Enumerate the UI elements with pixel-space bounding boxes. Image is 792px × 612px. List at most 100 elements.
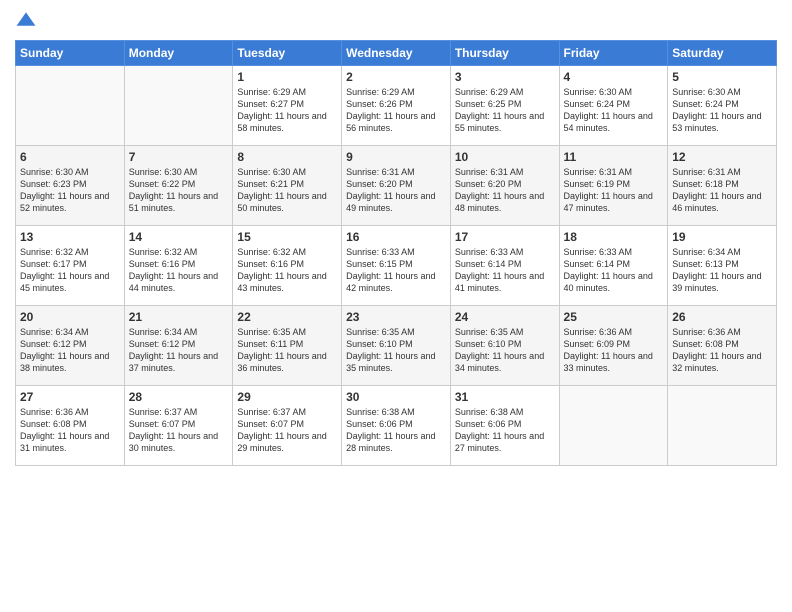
- day-number: 20: [20, 310, 120, 324]
- day-content: Sunrise: 6:38 AM Sunset: 6:06 PM Dayligh…: [455, 406, 555, 455]
- day-cell: 14 Sunrise: 6:32 AM Sunset: 6:16 PM Dayli…: [124, 226, 233, 306]
- day-cell: 22 Sunrise: 6:35 AM Sunset: 6:11 PM Dayli…: [233, 306, 342, 386]
- day-cell: 13 Sunrise: 6:32 AM Sunset: 6:17 PM Dayli…: [16, 226, 125, 306]
- day-content: Sunrise: 6:29 AM Sunset: 6:26 PM Dayligh…: [346, 86, 446, 135]
- day-content: Sunrise: 6:35 AM Sunset: 6:10 PM Dayligh…: [346, 326, 446, 375]
- day-number: 27: [20, 390, 120, 404]
- day-number: 9: [346, 150, 446, 164]
- day-content: Sunrise: 6:33 AM Sunset: 6:14 PM Dayligh…: [455, 246, 555, 295]
- day-cell: 12 Sunrise: 6:31 AM Sunset: 6:18 PM Dayli…: [668, 146, 777, 226]
- day-content: Sunrise: 6:30 AM Sunset: 6:23 PM Dayligh…: [20, 166, 120, 215]
- day-number: 11: [564, 150, 664, 164]
- day-number: 13: [20, 230, 120, 244]
- logo-icon: [15, 10, 37, 32]
- day-cell: 15Sunrise: 6:32 AM Sunset: 6:16 PM Dayli…: [233, 226, 342, 306]
- day-cell: 31Sunrise: 6:38 AM Sunset: 6:06 PM Dayli…: [450, 386, 559, 466]
- day-cell: 27 Sunrise: 6:36 AM Sunset: 6:08 PM Dayli…: [16, 386, 125, 466]
- day-content: Sunrise: 6:38 AM Sunset: 6:06 PM Dayligh…: [346, 406, 446, 455]
- day-cell: [124, 66, 233, 146]
- day-number: 14: [129, 230, 229, 244]
- day-cell: 26 Sunrise: 6:36 AM Sunset: 6:08 PM Dayli…: [668, 306, 777, 386]
- day-content: Sunrise: 6:34 AM Sunset: 6:13 PM Dayligh…: [672, 246, 772, 295]
- day-cell: 23 Sunrise: 6:35 AM Sunset: 6:10 PM Dayli…: [342, 306, 451, 386]
- day-cell: 29Sunrise: 6:37 AM Sunset: 6:07 PM Dayli…: [233, 386, 342, 466]
- day-cell: 5Sunrise: 6:30 AM Sunset: 6:24 PM Daylig…: [668, 66, 777, 146]
- day-number: 30: [346, 390, 446, 404]
- day-cell: 18 Sunrise: 6:33 AM Sunset: 6:14 PM Dayli…: [559, 226, 668, 306]
- day-number: 21: [129, 310, 229, 324]
- day-content: Sunrise: 6:31 AM Sunset: 6:20 PM Dayligh…: [455, 166, 555, 215]
- col-header-monday: Monday: [124, 41, 233, 66]
- day-cell: 4 Sunrise: 6:30 AM Sunset: 6:24 PM Daylig…: [559, 66, 668, 146]
- day-content: Sunrise: 6:35 AM Sunset: 6:10 PM Dayligh…: [455, 326, 555, 375]
- day-content: Sunrise: 6:36 AM Sunset: 6:09 PM Dayligh…: [564, 326, 664, 375]
- page: SundayMondayTuesdayWednesdayThursdayFrid…: [0, 0, 792, 612]
- day-cell: 2 Sunrise: 6:29 AM Sunset: 6:26 PM Daylig…: [342, 66, 451, 146]
- header: [15, 10, 777, 32]
- day-cell: 24 Sunrise: 6:35 AM Sunset: 6:10 PM Dayli…: [450, 306, 559, 386]
- calendar-table: SundayMondayTuesdayWednesdayThursdayFrid…: [15, 40, 777, 466]
- day-number: 2: [346, 70, 446, 84]
- day-content: Sunrise: 6:30 AM Sunset: 6:22 PM Dayligh…: [129, 166, 229, 215]
- day-content: Sunrise: 6:36 AM Sunset: 6:08 PM Dayligh…: [20, 406, 120, 455]
- day-cell: 17 Sunrise: 6:33 AM Sunset: 6:14 PM Dayli…: [450, 226, 559, 306]
- col-header-tuesday: Tuesday: [233, 41, 342, 66]
- day-number: 23: [346, 310, 446, 324]
- day-content: Sunrise: 6:32 AM Sunset: 6:16 PM Dayligh…: [129, 246, 229, 295]
- day-cell: 19Sunrise: 6:34 AM Sunset: 6:13 PM Dayli…: [668, 226, 777, 306]
- day-number: 25: [564, 310, 664, 324]
- day-number: 6: [20, 150, 120, 164]
- day-content: Sunrise: 6:36 AM Sunset: 6:08 PM Dayligh…: [672, 326, 772, 375]
- week-row-3: 20 Sunrise: 6:34 AM Sunset: 6:12 PM Dayli…: [16, 306, 777, 386]
- day-number: 22: [237, 310, 337, 324]
- day-cell: 21 Sunrise: 6:34 AM Sunset: 6:12 PM Dayli…: [124, 306, 233, 386]
- day-number: 18: [564, 230, 664, 244]
- col-header-wednesday: Wednesday: [342, 41, 451, 66]
- day-number: 4: [564, 70, 664, 84]
- day-number: 26: [672, 310, 772, 324]
- day-cell: 3 Sunrise: 6:29 AM Sunset: 6:25 PM Daylig…: [450, 66, 559, 146]
- day-content: Sunrise: 6:37 AM Sunset: 6:07 PM Dayligh…: [237, 406, 337, 455]
- day-number: 17: [455, 230, 555, 244]
- day-content: Sunrise: 6:33 AM Sunset: 6:14 PM Dayligh…: [564, 246, 664, 295]
- day-cell: 28 Sunrise: 6:37 AM Sunset: 6:07 PM Dayli…: [124, 386, 233, 466]
- day-content: Sunrise: 6:32 AM Sunset: 6:17 PM Dayligh…: [20, 246, 120, 295]
- col-header-friday: Friday: [559, 41, 668, 66]
- day-number: 28: [129, 390, 229, 404]
- day-cell: 11 Sunrise: 6:31 AM Sunset: 6:19 PM Dayli…: [559, 146, 668, 226]
- day-content: Sunrise: 6:30 AM Sunset: 6:24 PM Dayligh…: [672, 86, 772, 135]
- day-cell: 10Sunrise: 6:31 AM Sunset: 6:20 PM Dayli…: [450, 146, 559, 226]
- week-row-0: 1 Sunrise: 6:29 AM Sunset: 6:27 PM Daylig…: [16, 66, 777, 146]
- day-content: Sunrise: 6:35 AM Sunset: 6:11 PM Dayligh…: [237, 326, 337, 375]
- day-number: 8: [237, 150, 337, 164]
- day-number: 1: [237, 70, 337, 84]
- day-content: Sunrise: 6:31 AM Sunset: 6:19 PM Dayligh…: [564, 166, 664, 215]
- week-row-1: 6 Sunrise: 6:30 AM Sunset: 6:23 PM Daylig…: [16, 146, 777, 226]
- day-cell: 8 Sunrise: 6:30 AM Sunset: 6:21 PM Daylig…: [233, 146, 342, 226]
- day-cell: 1 Sunrise: 6:29 AM Sunset: 6:27 PM Daylig…: [233, 66, 342, 146]
- day-content: Sunrise: 6:34 AM Sunset: 6:12 PM Dayligh…: [20, 326, 120, 375]
- col-header-sunday: Sunday: [16, 41, 125, 66]
- day-content: Sunrise: 6:31 AM Sunset: 6:20 PM Dayligh…: [346, 166, 446, 215]
- col-header-saturday: Saturday: [668, 41, 777, 66]
- day-content: Sunrise: 6:29 AM Sunset: 6:25 PM Dayligh…: [455, 86, 555, 135]
- day-content: Sunrise: 6:31 AM Sunset: 6:18 PM Dayligh…: [672, 166, 772, 215]
- day-number: 3: [455, 70, 555, 84]
- day-number: 16: [346, 230, 446, 244]
- day-cell: [16, 66, 125, 146]
- day-cell: 6 Sunrise: 6:30 AM Sunset: 6:23 PM Daylig…: [16, 146, 125, 226]
- day-content: Sunrise: 6:29 AM Sunset: 6:27 PM Dayligh…: [237, 86, 337, 135]
- week-row-4: 27 Sunrise: 6:36 AM Sunset: 6:08 PM Dayli…: [16, 386, 777, 466]
- day-content: Sunrise: 6:30 AM Sunset: 6:24 PM Dayligh…: [564, 86, 664, 135]
- day-number: 24: [455, 310, 555, 324]
- day-content: Sunrise: 6:34 AM Sunset: 6:12 PM Dayligh…: [129, 326, 229, 375]
- day-cell: [559, 386, 668, 466]
- day-cell: 7Sunrise: 6:30 AM Sunset: 6:22 PM Daylig…: [124, 146, 233, 226]
- day-content: Sunrise: 6:32 AM Sunset: 6:16 PM Dayligh…: [237, 246, 337, 295]
- day-cell: 30 Sunrise: 6:38 AM Sunset: 6:06 PM Dayli…: [342, 386, 451, 466]
- day-content: Sunrise: 6:30 AM Sunset: 6:21 PM Dayligh…: [237, 166, 337, 215]
- logo: [15, 10, 41, 32]
- day-content: Sunrise: 6:33 AM Sunset: 6:15 PM Dayligh…: [346, 246, 446, 295]
- day-number: 12: [672, 150, 772, 164]
- day-content: Sunrise: 6:37 AM Sunset: 6:07 PM Dayligh…: [129, 406, 229, 455]
